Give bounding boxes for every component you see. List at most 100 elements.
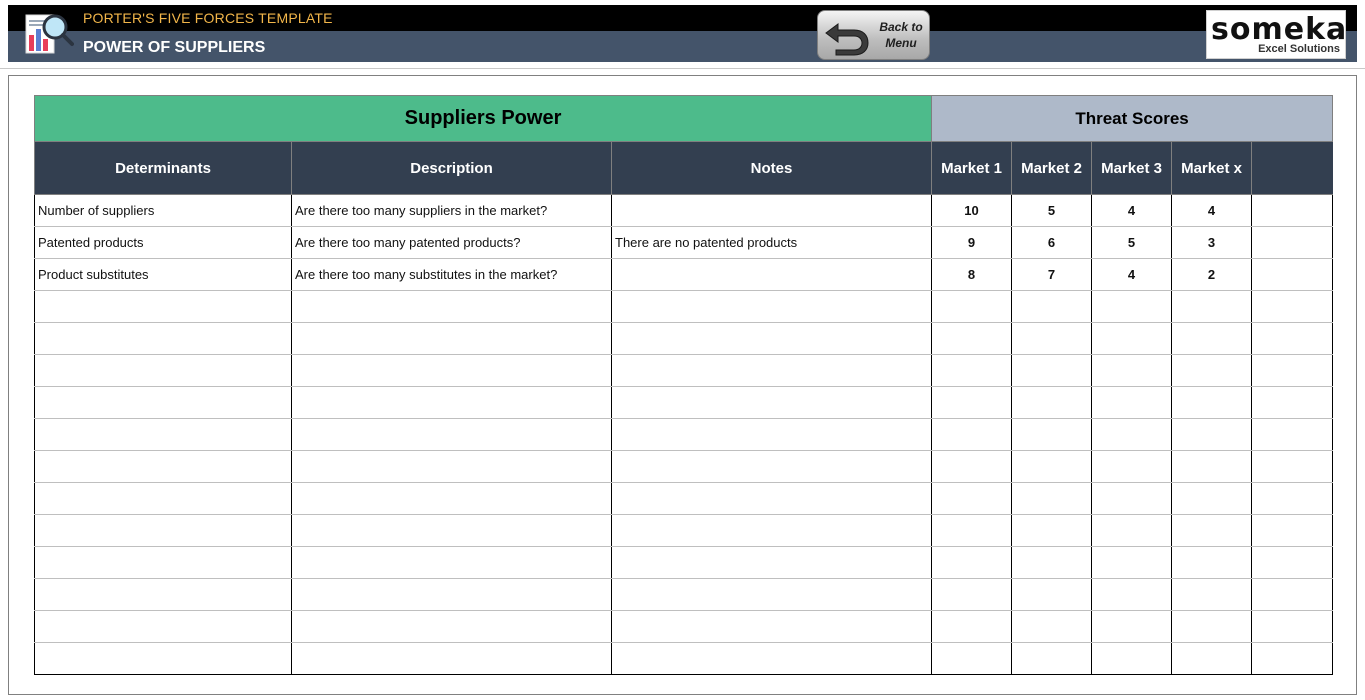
score-cell-market-3[interactable] xyxy=(1091,482,1173,515)
score-cell-market-x[interactable] xyxy=(1171,642,1253,675)
score-cell-market-1[interactable]: 8 xyxy=(931,258,1013,291)
score-cell-market-3[interactable] xyxy=(1091,514,1173,547)
score-cell-market-2[interactable] xyxy=(1011,610,1093,643)
determinant-cell[interactable] xyxy=(34,642,292,675)
description-cell[interactable] xyxy=(291,418,612,451)
determinant-cell[interactable] xyxy=(34,290,292,323)
score-cell-extra[interactable] xyxy=(1251,386,1334,419)
score-cell-market-2[interactable] xyxy=(1011,290,1093,323)
determinant-cell[interactable] xyxy=(34,450,292,483)
description-cell[interactable] xyxy=(291,290,612,323)
score-cell-extra[interactable] xyxy=(1251,450,1334,483)
score-cell-extra[interactable] xyxy=(1251,194,1334,227)
score-cell-market-1[interactable] xyxy=(931,418,1013,451)
score-cell-market-1[interactable] xyxy=(931,514,1013,547)
score-cell-market-1[interactable] xyxy=(931,322,1013,355)
notes-cell[interactable] xyxy=(610,386,933,419)
description-cell[interactable] xyxy=(291,514,612,547)
score-cell-market-3[interactable] xyxy=(1091,450,1173,483)
description-cell[interactable] xyxy=(291,354,612,387)
score-cell-market-2[interactable] xyxy=(1011,482,1093,515)
score-cell-extra[interactable] xyxy=(1251,322,1334,355)
score-cell-extra[interactable] xyxy=(1251,258,1334,291)
notes-cell[interactable]: There are no patented products xyxy=(610,226,933,259)
score-cell-market-x[interactable] xyxy=(1171,322,1253,355)
score-cell-extra[interactable] xyxy=(1251,578,1334,611)
determinant-cell[interactable] xyxy=(34,322,292,355)
column-header-market-1[interactable]: Market 1 xyxy=(931,141,1013,195)
score-cell-extra[interactable] xyxy=(1251,290,1334,323)
score-cell-market-1[interactable] xyxy=(931,578,1013,611)
score-cell-market-x[interactable] xyxy=(1171,514,1253,547)
description-cell[interactable] xyxy=(291,610,612,643)
score-cell-market-1[interactable] xyxy=(931,290,1013,323)
score-cell-extra[interactable] xyxy=(1251,482,1334,515)
determinant-cell[interactable] xyxy=(34,610,292,643)
column-header-determinants[interactable]: Determinants xyxy=(34,141,292,195)
score-cell-market-2[interactable] xyxy=(1011,322,1093,355)
score-cell-market-2[interactable]: 6 xyxy=(1011,226,1093,259)
score-cell-market-x[interactable] xyxy=(1171,546,1253,579)
notes-cell[interactable] xyxy=(610,482,933,515)
notes-cell[interactable] xyxy=(610,290,933,323)
notes-cell[interactable] xyxy=(610,546,933,579)
score-cell-market-2[interactable] xyxy=(1011,642,1093,675)
score-cell-market-2[interactable]: 5 xyxy=(1011,194,1093,227)
score-cell-market-1[interactable] xyxy=(931,642,1013,675)
description-cell[interactable] xyxy=(291,450,612,483)
notes-cell[interactable] xyxy=(610,578,933,611)
notes-cell[interactable] xyxy=(610,322,933,355)
score-cell-market-1[interactable] xyxy=(931,386,1013,419)
column-header-extra[interactable] xyxy=(1251,141,1334,195)
notes-cell[interactable] xyxy=(610,514,933,547)
column-header-notes[interactable]: Notes xyxy=(610,141,933,195)
score-cell-market-1[interactable] xyxy=(931,610,1013,643)
score-cell-extra[interactable] xyxy=(1251,514,1334,547)
score-cell-market-x[interactable]: 2 xyxy=(1171,258,1253,291)
description-cell[interactable] xyxy=(291,322,612,355)
score-cell-market-2[interactable] xyxy=(1011,450,1093,483)
column-header-market-2[interactable]: Market 2 xyxy=(1011,141,1093,195)
back-to-menu-button[interactable]: Back to Menu xyxy=(817,10,930,60)
description-cell[interactable] xyxy=(291,482,612,515)
score-cell-market-x[interactable]: 3 xyxy=(1171,226,1253,259)
score-cell-market-2[interactable] xyxy=(1011,546,1093,579)
score-cell-market-2[interactable] xyxy=(1011,578,1093,611)
determinant-cell[interactable] xyxy=(34,418,292,451)
determinant-cell[interactable] xyxy=(34,482,292,515)
score-cell-market-3[interactable] xyxy=(1091,354,1173,387)
score-cell-extra[interactable] xyxy=(1251,610,1334,643)
score-cell-market-3[interactable] xyxy=(1091,546,1173,579)
score-cell-extra[interactable] xyxy=(1251,642,1334,675)
score-cell-market-x[interactable] xyxy=(1171,578,1253,611)
notes-cell[interactable] xyxy=(610,450,933,483)
score-cell-market-x[interactable]: 4 xyxy=(1171,194,1253,227)
column-header-market-x[interactable]: Market x xyxy=(1171,141,1253,195)
determinant-cell[interactable]: Product substitutes xyxy=(34,258,292,291)
description-cell[interactable] xyxy=(291,386,612,419)
score-cell-market-x[interactable] xyxy=(1171,418,1253,451)
score-cell-extra[interactable] xyxy=(1251,226,1334,259)
determinant-cell[interactable] xyxy=(34,514,292,547)
determinant-cell[interactable] xyxy=(34,546,292,579)
score-cell-market-1[interactable] xyxy=(931,546,1013,579)
description-cell[interactable]: Are there too many patented products? xyxy=(291,226,612,259)
score-cell-market-x[interactable] xyxy=(1171,386,1253,419)
score-cell-extra[interactable] xyxy=(1251,354,1334,387)
score-cell-market-2[interactable]: 7 xyxy=(1011,258,1093,291)
score-cell-market-2[interactable] xyxy=(1011,386,1093,419)
determinant-cell[interactable]: Patented products xyxy=(34,226,292,259)
score-cell-market-1[interactable]: 10 xyxy=(931,194,1013,227)
score-cell-market-3[interactable]: 4 xyxy=(1091,194,1173,227)
score-cell-market-x[interactable] xyxy=(1171,290,1253,323)
determinant-cell[interactable]: Number of suppliers xyxy=(34,194,292,227)
description-cell[interactable] xyxy=(291,578,612,611)
score-cell-market-3[interactable]: 5 xyxy=(1091,226,1173,259)
score-cell-market-x[interactable] xyxy=(1171,450,1253,483)
determinant-cell[interactable] xyxy=(34,578,292,611)
score-cell-market-x[interactable] xyxy=(1171,610,1253,643)
score-cell-market-3[interactable] xyxy=(1091,322,1173,355)
score-cell-market-2[interactable] xyxy=(1011,514,1093,547)
description-cell[interactable] xyxy=(291,546,612,579)
score-cell-market-1[interactable] xyxy=(931,482,1013,515)
